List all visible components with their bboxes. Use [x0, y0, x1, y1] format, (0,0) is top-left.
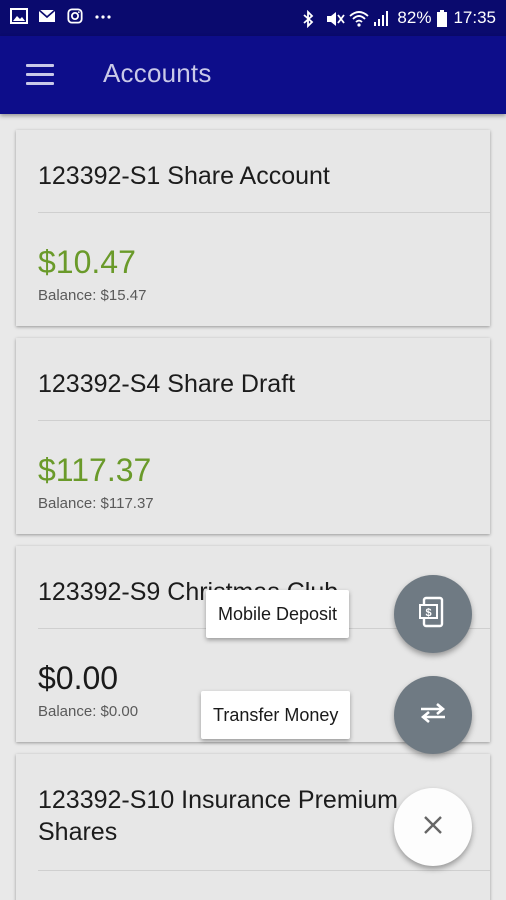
- mute-icon: [325, 10, 346, 26]
- available-amount: $10.47: [38, 244, 136, 280]
- mobile-deposit-label[interactable]: Mobile Deposit: [206, 590, 350, 638]
- bluetooth-icon: [301, 9, 319, 29]
- page-title: Accounts: [103, 58, 212, 88]
- account-name: 123392-S1 Share Account: [38, 162, 330, 190]
- app-bar: Accounts: [0, 36, 506, 114]
- close-fab-button[interactable]: [394, 788, 472, 866]
- accounts-list[interactable]: 123392-S1 Share Account $10.47 Balance: …: [0, 114, 506, 900]
- close-icon: [422, 814, 444, 841]
- account-name: 123392-S4 Share Draft: [38, 370, 296, 398]
- svg-text:$: $: [425, 607, 431, 619]
- transfer-money-label[interactable]: Transfer Money: [201, 691, 351, 739]
- mail-icon: [38, 8, 56, 24]
- card-divider: [38, 212, 490, 213]
- mobile-deposit-button[interactable]: $: [394, 575, 472, 653]
- balance-text: Balance: $117.37: [38, 495, 154, 512]
- available-amount: $0.00: [38, 660, 119, 696]
- clock: 17:35: [453, 8, 496, 27]
- balance-text: Balance: $0.00: [38, 703, 139, 720]
- card-divider: [38, 420, 490, 421]
- battery-percent: 82%: [397, 8, 432, 27]
- battery-icon: [437, 10, 448, 27]
- signal-icon: [373, 10, 391, 26]
- transfer-money-button[interactable]: [394, 676, 472, 754]
- image-icon: [10, 8, 28, 24]
- mobile-deposit-icon: $: [418, 596, 448, 633]
- account-card[interactable]: 123392-S1 Share Account $10.47 Balance: …: [16, 130, 490, 326]
- more-icon: [94, 8, 112, 24]
- wifi-icon: [349, 10, 370, 27]
- account-card[interactable]: 123392-S4 Share Draft $117.37 Balance: $…: [16, 338, 490, 534]
- transfer-arrows-icon: [417, 701, 449, 730]
- hamburger-menu-icon[interactable]: [26, 64, 54, 86]
- available-amount: $117.37: [38, 452, 152, 488]
- card-divider: [38, 870, 490, 871]
- balance-text: Balance: $15.47: [38, 287, 147, 304]
- account-name: 123392-S10 Insurance Premium Shares: [38, 786, 398, 846]
- status-bar: 82% 17:35: [0, 0, 506, 36]
- instagram-icon: [66, 8, 84, 24]
